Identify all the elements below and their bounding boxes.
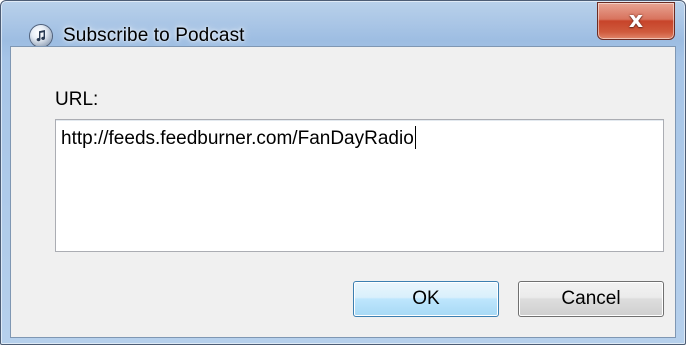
url-label: URL: bbox=[55, 89, 99, 110]
close-button[interactable]: x bbox=[597, 2, 675, 40]
screenshot: Subscribe to Podcast x URL: http://feeds… bbox=[0, 0, 689, 351]
itunes-icon bbox=[30, 25, 52, 47]
cancel-button[interactable]: Cancel bbox=[518, 281, 664, 317]
subscribe-dialog: Subscribe to Podcast x URL: http://feeds… bbox=[0, 0, 686, 345]
url-input-value: http://feeds.feedburner.com/FanDayRadio bbox=[61, 128, 414, 149]
close-icon: x bbox=[628, 8, 644, 33]
music-note-icon bbox=[36, 30, 46, 42]
text-caret bbox=[414, 126, 416, 149]
url-input[interactable]: http://feeds.feedburner.com/FanDayRadio bbox=[55, 119, 664, 252]
ok-button[interactable]: OK bbox=[353, 281, 499, 317]
dialog-body: URL: http://feeds.feedburner.com/FanDayR… bbox=[10, 46, 676, 338]
dialog-title: Subscribe to Podcast bbox=[63, 25, 245, 46]
title-bar[interactable]: Subscribe to Podcast x bbox=[1, 1, 685, 47]
